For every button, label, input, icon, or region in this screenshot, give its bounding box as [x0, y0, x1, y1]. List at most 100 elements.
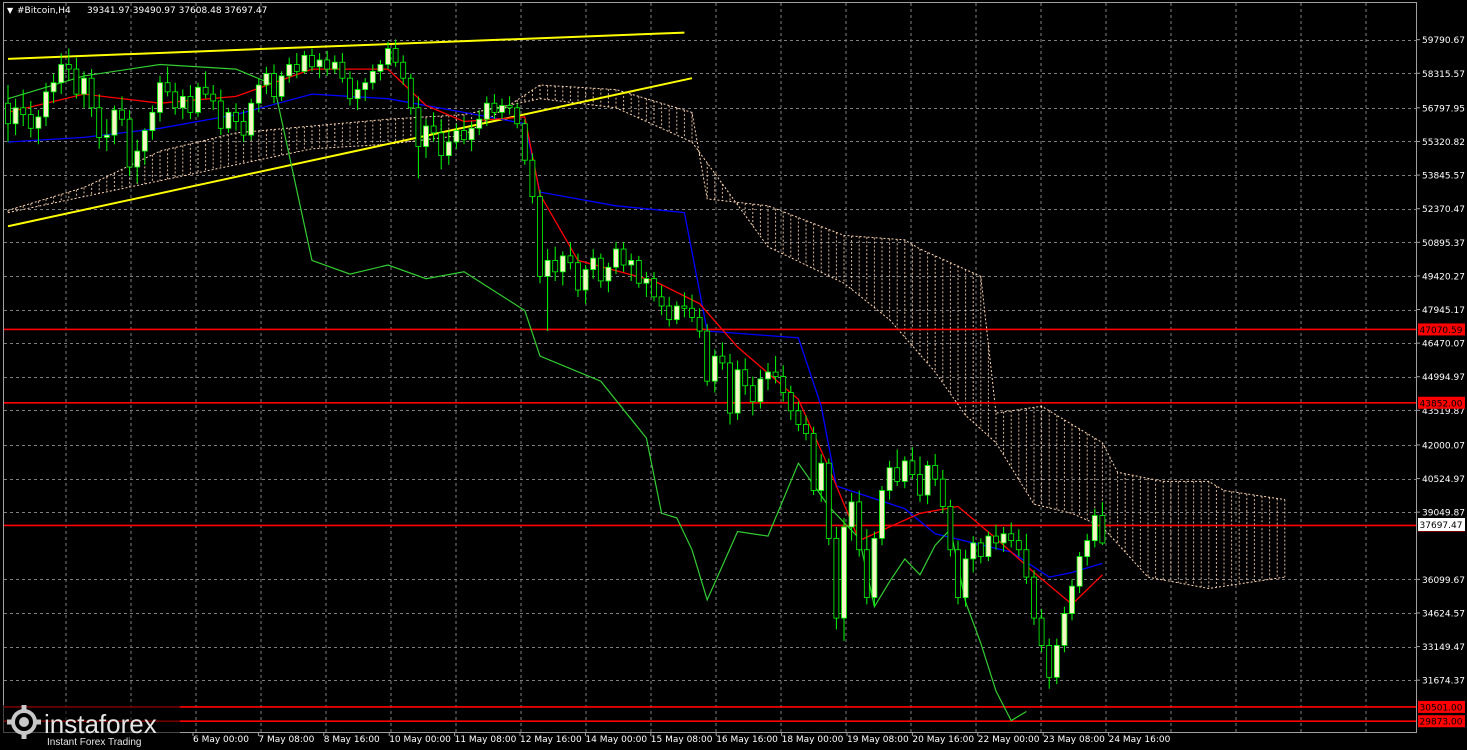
- ohlc-values: 39341.97 39490.97 37608.48 37697.47: [87, 6, 267, 16]
- candle-bull: [711, 355, 718, 382]
- candle-bear: [780, 376, 787, 393]
- candle-bull: [559, 255, 566, 273]
- candle-bull: [248, 102, 255, 136]
- candle-bull: [35, 116, 42, 129]
- candle-bull: [103, 134, 110, 138]
- time-tick-label: 19 May 08:00: [847, 735, 909, 745]
- price-tick-label: 40524.97: [1422, 475, 1465, 485]
- candle-bear: [658, 296, 665, 307]
- candle-bull: [195, 86, 201, 113]
- candle-bull: [628, 260, 635, 266]
- candle-bear: [635, 260, 642, 284]
- time-tick-label: 6 May 00:00: [193, 735, 249, 745]
- time-tick-label: 18 May 00:00: [782, 735, 844, 745]
- time-tick-label: 20 May 16:00: [912, 735, 974, 745]
- candle-bear: [567, 255, 574, 264]
- price-tick-label: 46470.07: [1422, 340, 1465, 350]
- candle-bear: [1015, 540, 1022, 551]
- candle-bull: [134, 150, 141, 168]
- price-tick-label: 42000.07: [1422, 441, 1465, 451]
- logo-tagline: Instant Forex Trading: [47, 737, 142, 748]
- candle-bear: [430, 125, 437, 134]
- candle-bear: [164, 82, 171, 93]
- candle-bear: [894, 467, 901, 482]
- chart-canvas[interactable]: 59790.67 58315.57 56797.95 55320.82 53845.57…: [0, 0, 1467, 750]
- candle-bear: [787, 392, 794, 412]
- candle-bull: [1084, 540, 1091, 557]
- candle-bear: [727, 362, 733, 414]
- level-label: 47070.59: [1420, 326, 1463, 336]
- price-tick-label: 49420.27: [1422, 272, 1465, 282]
- candle-bear: [172, 91, 179, 109]
- candle-bull: [179, 96, 186, 109]
- candle-bull: [544, 260, 551, 277]
- chart-collapse-icon[interactable]: ▼: [7, 6, 14, 15]
- candle-bear: [20, 107, 27, 116]
- candle-bull: [643, 278, 650, 284]
- candle-bull: [757, 378, 764, 403]
- candle-bull: [301, 54, 308, 72]
- price-tick-label: 33149.47: [1422, 643, 1465, 653]
- candle-bear: [210, 93, 217, 102]
- candle-bear: [461, 130, 467, 141]
- instaforex-logo: instaforex Instant Forex Trading: [2, 705, 180, 748]
- candle-bull: [278, 75, 285, 97]
- candle-bear: [932, 465, 939, 480]
- price-tick-label: 56797.95: [1422, 104, 1465, 114]
- candle-bear: [400, 61, 407, 79]
- candle-bull: [613, 248, 619, 268]
- candle-bull: [12, 107, 19, 125]
- candle-bull: [590, 257, 597, 270]
- candle-bear: [939, 478, 946, 507]
- candle-bull: [673, 305, 680, 321]
- candle-bear: [1031, 576, 1037, 619]
- candle-bull: [286, 64, 293, 77]
- candle-bear: [947, 506, 954, 551]
- time-tick-label: 14 May 00:00: [585, 735, 647, 745]
- candle-bull: [369, 70, 376, 84]
- candle-bull: [316, 59, 323, 68]
- candle-bear: [339, 61, 346, 79]
- candle-bear: [917, 474, 923, 496]
- candle-bull: [149, 111, 156, 131]
- candle-bull: [81, 77, 87, 95]
- candle-bear: [506, 105, 513, 109]
- candle-bear: [491, 102, 498, 113]
- candle-bear: [73, 68, 80, 95]
- candle-bull: [141, 130, 148, 152]
- price-tick-label: 52370.47: [1422, 205, 1465, 215]
- price-tick-label: 36099.67: [1422, 576, 1465, 586]
- candle-bull: [582, 269, 589, 291]
- candle-bull: [453, 130, 460, 143]
- candle-bear: [1023, 549, 1030, 578]
- price-tick-label: 58315.57: [1422, 70, 1465, 80]
- candle-bear: [521, 123, 528, 161]
- time-tick-label: 7 May 08:00: [258, 735, 314, 745]
- candle-bull: [1076, 556, 1083, 587]
- candle-bull: [1053, 645, 1060, 678]
- candle-bear: [803, 424, 809, 434]
- price-tick-label: 31674.37: [1422, 677, 1465, 687]
- candle-bull: [962, 558, 969, 598]
- time-tick-label: 23 May 08:00: [1043, 735, 1105, 745]
- candle-bull: [848, 501, 855, 528]
- candle-bear: [993, 535, 999, 544]
- candle-bull: [1061, 613, 1068, 646]
- candle-bear: [719, 355, 726, 364]
- price-tick-label: 39049.87: [1422, 509, 1465, 519]
- candle-bull: [499, 105, 505, 113]
- candle-bear: [620, 248, 627, 266]
- candle-bull: [263, 73, 270, 86]
- level-label: 30501.00: [1420, 703, 1463, 713]
- time-tick-label: 8 May 16:00: [324, 735, 380, 745]
- time-tick-label: 22 May 00:00: [978, 735, 1040, 745]
- candle-bear: [1046, 645, 1053, 678]
- candle-bear: [795, 410, 802, 425]
- candle-bull: [841, 526, 847, 619]
- candle-bear: [5, 102, 11, 125]
- time-tick-label: 15 May 08:00: [651, 735, 713, 745]
- candle-bear: [810, 433, 817, 491]
- candle-bull: [1000, 533, 1007, 544]
- candle-bull: [255, 84, 262, 104]
- candle-bear: [293, 64, 300, 72]
